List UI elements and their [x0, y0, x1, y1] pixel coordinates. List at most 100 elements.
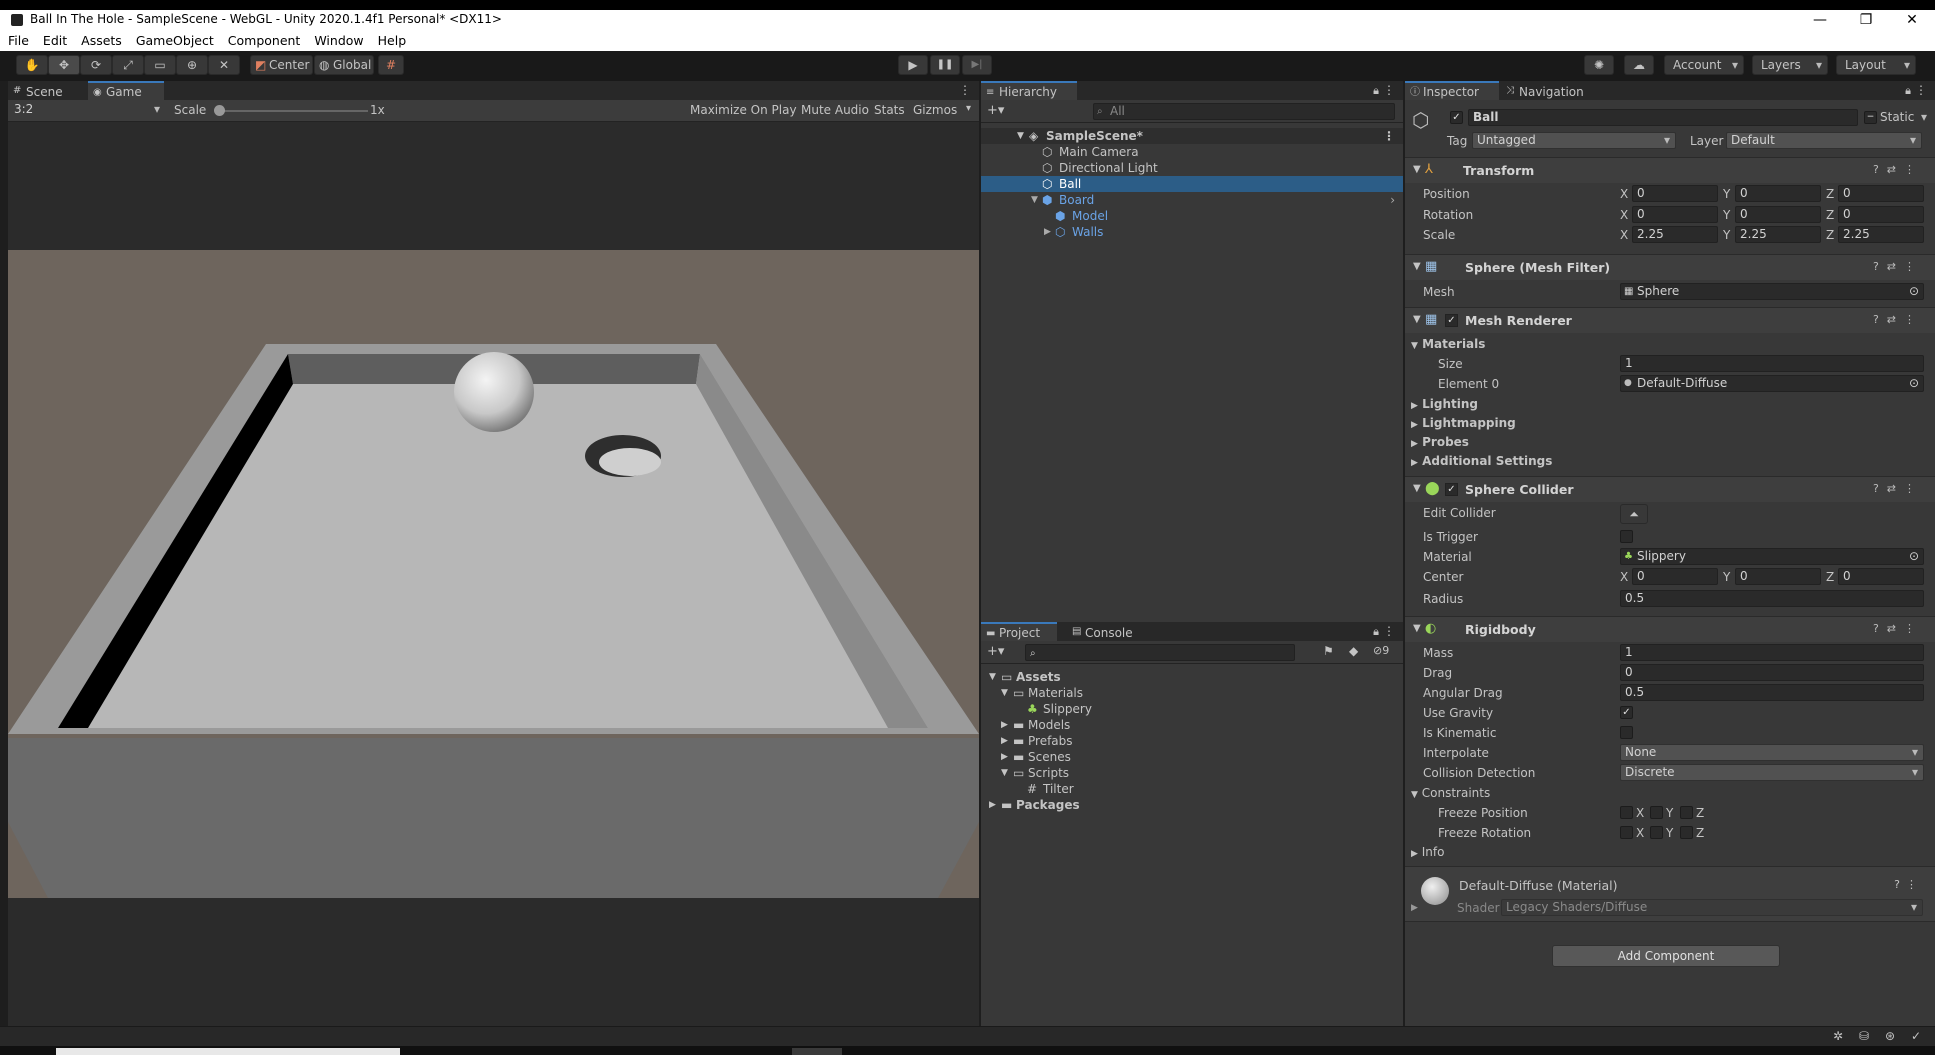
menu-component[interactable]: Component — [228, 33, 301, 48]
scene-menu-icon[interactable]: ⋮ — [1383, 128, 1395, 144]
account-dropdown[interactable]: Account — [1664, 55, 1744, 75]
step-button[interactable]: ▶| — [962, 55, 992, 75]
object-picker-icon[interactable]: ⊙ — [1909, 284, 1919, 299]
menu-gameobject[interactable]: GameObject — [136, 33, 214, 48]
center-x-field[interactable]: 0 — [1632, 568, 1718, 585]
scale-x-field[interactable]: 2.25 — [1632, 226, 1718, 243]
layout-dropdown[interactable]: Layout — [1836, 55, 1916, 75]
pivot-global-button[interactable]: ◍ Global — [314, 55, 374, 75]
rotation-z-field[interactable]: 0 — [1838, 206, 1924, 223]
tag-dropdown[interactable]: Untagged — [1472, 132, 1676, 149]
mass-field[interactable]: 1 — [1620, 644, 1924, 661]
rotation-x-field[interactable]: 0 — [1632, 206, 1718, 223]
info-foldout[interactable]: ▶ Info — [1411, 845, 1444, 859]
chevron-right-icon[interactable]: ▶ — [1411, 903, 1418, 913]
scene-row[interactable]: ▼ ◈ SampleScene* ⋮ — [981, 128, 1403, 144]
position-x-field[interactable]: 0 — [1632, 185, 1718, 202]
gizmos-dropdown[interactable]: Gizmos — [913, 103, 957, 117]
taskbar-app-button[interactable] — [792, 1048, 842, 1055]
component-help-settings-icons[interactable]: ?⇄⋮ — [1873, 482, 1923, 495]
component-help-settings-icons[interactable]: ?⇄⋮ — [1873, 163, 1923, 176]
materials-size-field[interactable]: 1 — [1620, 355, 1924, 372]
enabled-checkbox[interactable]: ✓ — [1445, 314, 1458, 327]
freeze-position-z-checkbox[interactable] — [1680, 806, 1693, 819]
gizmos-chevron-down-icon[interactable]: ▾ — [966, 103, 971, 114]
project-search-input[interactable]: ⌕ — [1025, 644, 1295, 661]
panel-menu-icon[interactable]: ⋮ — [1383, 83, 1395, 97]
mesh-filter-component-header[interactable]: ▼ ▦ Sphere (Mesh Filter) ?⇄⋮ — [1405, 254, 1935, 280]
active-checkbox[interactable]: ✓ — [1450, 111, 1463, 124]
mesh-renderer-component-header[interactable]: ▼ ▦ ✓ Mesh Renderer ?⇄⋮ — [1405, 307, 1935, 333]
hierarchy-item-board[interactable]: ▼ ⬢ Board › — [981, 192, 1403, 208]
cache-server-icon[interactable]: ⛁ — [1859, 1029, 1869, 1043]
transform-component-header[interactable]: ▼ ⅄ Transform ?⇄⋮ — [1405, 157, 1935, 183]
center-z-field[interactable]: 0 — [1838, 568, 1924, 585]
mute-audio-button[interactable]: Mute Audio — [801, 103, 869, 117]
hierarchy-item-ball[interactable]: ⬡ Ball — [981, 176, 1403, 192]
scale-tool-icon[interactable]: ⤢ — [112, 55, 144, 75]
hidden-packages-icon[interactable]: ⊘9 — [1373, 644, 1389, 657]
is-trigger-checkbox[interactable] — [1620, 530, 1633, 543]
minimize-button[interactable]: — — [1797, 10, 1843, 30]
hierarchy-item-main-camera[interactable]: ⬡ Main Camera — [981, 144, 1403, 160]
maximize-button[interactable]: ❐ — [1843, 10, 1889, 30]
stats-button[interactable]: Stats — [874, 103, 905, 117]
collider-material-field[interactable]: ♣ Slippery ⊙ — [1620, 548, 1924, 565]
probes-foldout[interactable]: ▶ Probes — [1411, 435, 1469, 449]
material-help-settings-icons[interactable]: ?⋮ — [1894, 878, 1923, 891]
hierarchy-item-directional-light[interactable]: ⬡ Directional Light — [981, 160, 1403, 176]
game-viewport[interactable] — [8, 122, 979, 1026]
create-plus-dropdown[interactable]: +▾ — [987, 644, 1004, 659]
taskbar-search-box[interactable] — [56, 1048, 400, 1055]
layer-dropdown[interactable]: Default — [1726, 132, 1922, 149]
play-button[interactable]: ▶ — [898, 55, 928, 75]
lighting-foldout[interactable]: ▶ Lighting — [1411, 397, 1478, 411]
collab-icon[interactable]: ✺ — [1584, 55, 1614, 75]
lock-icon[interactable]: 🔒︎ — [1373, 625, 1379, 639]
hierarchy-search-input[interactable]: ⌕ All — [1093, 103, 1395, 120]
edit-collider-button[interactable]: ⏶ — [1620, 504, 1648, 524]
mesh-object-field[interactable]: ▦ Sphere ⊙ — [1620, 283, 1924, 300]
auto-generate-lighting-icon[interactable]: ⊛ — [1885, 1029, 1895, 1043]
rotate-tool-icon[interactable]: ⟳ — [80, 55, 112, 75]
radius-field[interactable]: 0.5 — [1620, 590, 1924, 607]
rect-tool-icon[interactable]: ▭ — [144, 55, 176, 75]
object-picker-icon[interactable]: ⊙ — [1909, 549, 1919, 564]
transform-tool-icon[interactable]: ⊕ — [176, 55, 208, 75]
center-y-field[interactable]: 0 — [1735, 568, 1821, 585]
panel-menu-icon[interactable]: ⋮ — [959, 83, 971, 97]
panel-menu-icon[interactable]: ⋮ — [1915, 83, 1927, 97]
lightmapping-foldout[interactable]: ▶ Lightmapping — [1411, 416, 1516, 430]
freeze-rotation-x-checkbox[interactable] — [1620, 826, 1633, 839]
scale-slider-track[interactable] — [220, 110, 368, 112]
hierarchy-item-model[interactable]: ⬢ Model — [981, 208, 1403, 224]
progress-check-icon[interactable]: ✓ — [1911, 1029, 1921, 1043]
maximize-on-play-button[interactable]: Maximize On Play — [690, 103, 797, 117]
enabled-checkbox[interactable]: ✓ — [1445, 483, 1458, 496]
debug-icon[interactable]: ✲ — [1833, 1029, 1843, 1043]
menu-file[interactable]: File — [8, 33, 29, 48]
scale-y-field[interactable]: 2.25 — [1735, 226, 1821, 243]
static-dropdown[interactable]: Static — [1880, 110, 1932, 124]
use-gravity-checkbox[interactable]: ✓ — [1620, 706, 1633, 719]
is-kinematic-checkbox[interactable] — [1620, 726, 1633, 739]
freeze-position-x-checkbox[interactable] — [1620, 806, 1633, 819]
menu-assets[interactable]: Assets — [81, 33, 122, 48]
layers-dropdown[interactable]: Layers — [1752, 55, 1828, 75]
freeze-position-y-checkbox[interactable] — [1650, 806, 1663, 819]
menu-edit[interactable]: Edit — [43, 33, 67, 48]
chevron-right-icon[interactable]: › — [1390, 192, 1395, 208]
drag-field[interactable]: 0 — [1620, 664, 1924, 681]
additional-settings-foldout[interactable]: ▶ Additional Settings — [1411, 454, 1552, 468]
static-checkbox[interactable]: − — [1864, 111, 1877, 124]
object-picker-icon[interactable]: ⊙ — [1909, 376, 1919, 391]
custom-tool-icon[interactable]: ✕ — [208, 55, 240, 75]
cloud-icon[interactable]: ☁ — [1624, 55, 1654, 75]
aspect-dropdown[interactable]: 3:2 — [10, 102, 165, 119]
freeze-rotation-z-checkbox[interactable] — [1680, 826, 1693, 839]
hand-tool-icon[interactable]: ✋ — [16, 55, 48, 75]
filter-by-label-icon[interactable]: ◆ — [1349, 644, 1358, 658]
create-plus-dropdown[interactable]: +▾ — [987, 103, 1004, 118]
component-help-settings-icons[interactable]: ?⇄⋮ — [1873, 622, 1923, 635]
materials-foldout[interactable]: ▼ Materials — [1411, 337, 1485, 351]
